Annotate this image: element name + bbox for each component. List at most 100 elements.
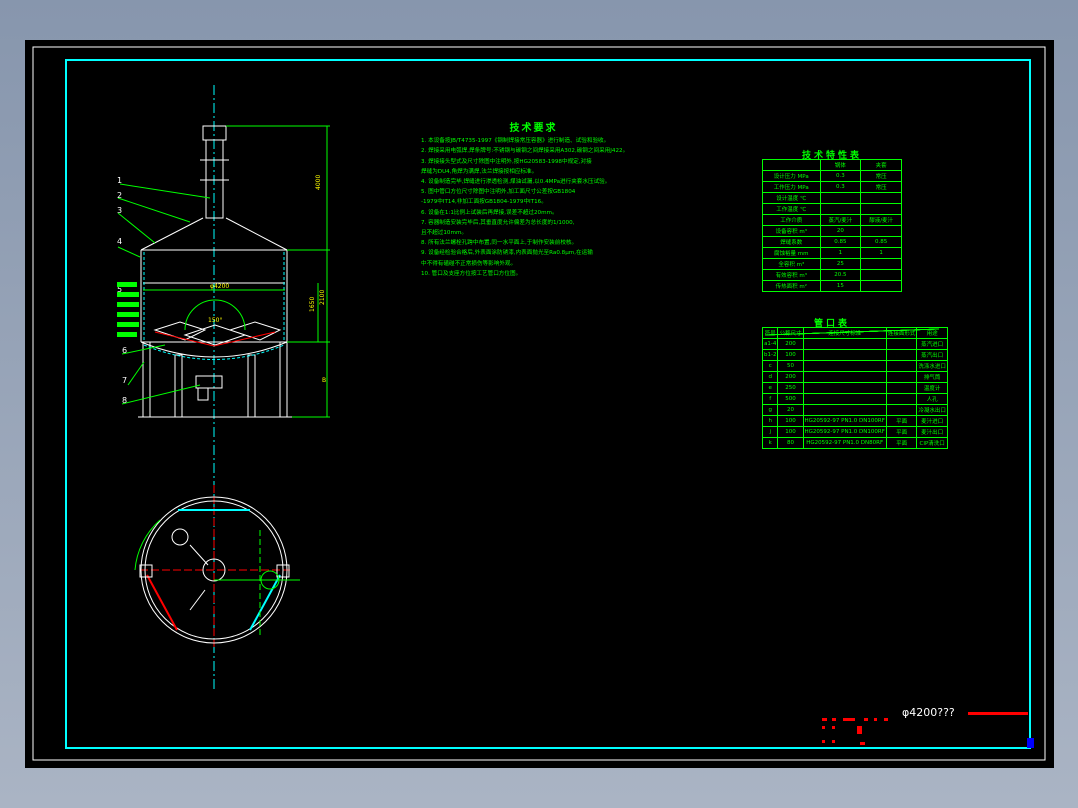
table-header-row: 锅体 夹套 (762, 159, 902, 171)
requirement-item: 7. 容器制造安装完毕后,其垂直度允许偏差为总长度的1/1000, (421, 219, 575, 226)
table-cell: CIP清洗口 (916, 437, 948, 449)
table-cell (762, 159, 821, 171)
table-row: 有效容积 m³ 20.5 (762, 269, 902, 281)
tech-characteristics-table: 锅体 夹套 设计压力 MPa 0.3 常压 工作压力 MPa 0.3 常压 设计温度 ℃ 工作温度… (762, 159, 902, 292)
table-cell: HG20592-97 PN1.0 DN80RF (802, 437, 887, 449)
table-cell (764, 328, 939, 350)
table-cell: 平面 (885, 437, 918, 449)
table-cell: f (761, 393, 779, 405)
table-cell (764, 328, 939, 383)
table-cell: h (761, 415, 779, 427)
table-cell (764, 328, 939, 416)
requirement-item: 中不得有磕碰不正常损伤等影响外观。 (421, 260, 517, 267)
dim-angle: 150° (208, 317, 222, 324)
table-row: 工作温度 ℃ (762, 203, 902, 215)
requirement-item: 4. 设备制造完毕,焊缝进行渗透检测,煤油试漏,以0.4MPa进行夹套水压试验。 (421, 179, 611, 186)
table-cell: b1-2 (761, 349, 779, 361)
table-cell (860, 192, 902, 204)
table-row: 设备容积 m³ 20 (762, 225, 902, 237)
table-cell: 夹套 (860, 159, 902, 171)
table-cell (860, 280, 902, 292)
table-cell: 温度计 (916, 382, 948, 394)
table-cell: HG20592-97 PN1.0 DN100RF (802, 415, 887, 427)
table-cell (764, 328, 939, 361)
requirement-item: 9. 设备经检验合格后,外表面涂防锈漆,内表面抛光至Ra0.8μm,在运输 (421, 250, 593, 257)
requirement-item: 2. 焊接采用电弧焊,焊条牌号:不锈钢与碳钢之间焊接采用A302,碳钢之间采用J… (421, 148, 629, 155)
dim-jacket-height: 2100 (319, 290, 326, 305)
table-cell: 工作温度 ℃ (762, 203, 821, 215)
table-cell: 蒸汽出口 (916, 349, 948, 361)
dim-shell-height: 1650 (309, 297, 316, 312)
table-cell: 25 (819, 258, 862, 270)
table-cell (764, 328, 939, 350)
table-cell: 1 (819, 247, 862, 259)
table-cell: 蒸汽进口 (916, 338, 948, 350)
table-cell (860, 258, 902, 270)
table-cell: 0.85 (860, 236, 902, 248)
table-cell (764, 328, 939, 394)
table-cell: 0.3 (819, 181, 862, 193)
requirement-item: 8. 所有法兰螺栓孔跨中布置,同一水平面上,于制作安装前校核。 (421, 240, 578, 247)
table-cell: 洗涤水进口 (916, 360, 948, 372)
table-cell: 工作介质 (762, 214, 821, 226)
table-cell: 15 (819, 280, 862, 292)
table-row: 腐蚀裕量 mm 1 1 (762, 247, 902, 259)
leader-label-2: 2 (117, 191, 122, 200)
nozzle-table: 符号公称尺寸连接尺寸标准连接面形式用途a1-4200蒸汽进口b1-2100蒸汽出… (761, 327, 948, 449)
table-cell: 设计压力 MPa (762, 170, 821, 182)
table-row: c 50 洗涤水进口 (761, 328, 948, 372)
table-row: j 100 HG20592-97 PN1.0 DN100RF 平面 麦汁出口 (761, 426, 948, 438)
leader-label-6: 6 (122, 346, 127, 355)
requirement-item: 5. 图中管口方位尺寸除图中注明外,加工面尺寸公差按GB1804 (421, 189, 576, 196)
table-row: f 500 人孔 (761, 328, 948, 405)
leader-label-8: 8 (122, 396, 127, 405)
table-cell: 腐蚀裕量 mm (762, 247, 821, 259)
table-cell (860, 203, 902, 215)
table-cell (764, 328, 939, 394)
dim-leg-height: B (322, 377, 326, 384)
elevation-view (138, 125, 292, 418)
table-cell (764, 328, 939, 372)
table-cell: 平面 (885, 415, 918, 427)
leader-label-3: 3 (117, 206, 122, 215)
table-cell: 20.5 (819, 269, 862, 281)
table-cell: 100 (777, 426, 804, 438)
table-cell: a1-4 (761, 338, 779, 350)
table-cell: 0.85 (819, 236, 862, 248)
table-cell: 50 (777, 360, 804, 372)
table-row: a1-4 200 蒸汽进口 (761, 328, 948, 350)
requirement-item: 焊缝为DU4,角焊为满焊,法兰焊接按相应标准。 (421, 168, 538, 175)
requirements-title: 技术要求 (509, 123, 558, 134)
table-cell: 0.3 (819, 170, 862, 182)
table-row: g 20 冷凝水出口 (761, 328, 948, 416)
table-row: 设计压力 MPa 0.3 常压 (762, 170, 902, 182)
table-cell: 常压 (860, 170, 902, 182)
table-row: 工作介质 蒸汽/麦汁 醪液/麦汁 (762, 214, 902, 226)
table-cell: d (761, 371, 779, 383)
dim-diameter: φ4200 (210, 283, 229, 290)
drawing-canvas: 1 2 3 4 5 6 7 8 4000 φ4200 1650 2100 B 1… (25, 40, 1054, 768)
table-row: 全容积 m³ 25 (762, 258, 902, 270)
table-cell (860, 269, 902, 281)
requirement-item: 10. 管口及支座方位按工艺管口方位图。 (421, 270, 522, 277)
table-cell (764, 328, 939, 383)
table-cell (860, 225, 902, 237)
requirement-item: 1. 本设备按JB/T4735-1997《钢制焊接常压容器》进行制造、试验和验收… (421, 138, 610, 145)
table-cell (764, 328, 939, 405)
table-cell: 人孔 (916, 393, 948, 405)
table-cell: 排气筒 (916, 371, 948, 383)
table-cell (764, 328, 939, 372)
table-cell: 200 (777, 371, 804, 383)
table-cell: 蒸汽/麦汁 (819, 214, 862, 226)
table-row: 焊缝系数 0.85 0.85 (762, 236, 902, 248)
table-cell: 传热面积 m² (762, 280, 821, 292)
drawing-title: φ4200??? (902, 706, 955, 719)
table-cell: 250 (777, 382, 804, 394)
table-cell: 全容积 m³ (762, 258, 821, 270)
table-cell: 麦汁进口 (916, 415, 948, 427)
requirement-item: -1979中IT14,非加工面按GB1804-1979中IT16。 (421, 199, 547, 206)
table-cell: 500 (777, 393, 804, 405)
table-cell: g (761, 404, 779, 416)
table-cell (819, 203, 862, 215)
corner-marker (1027, 738, 1034, 748)
